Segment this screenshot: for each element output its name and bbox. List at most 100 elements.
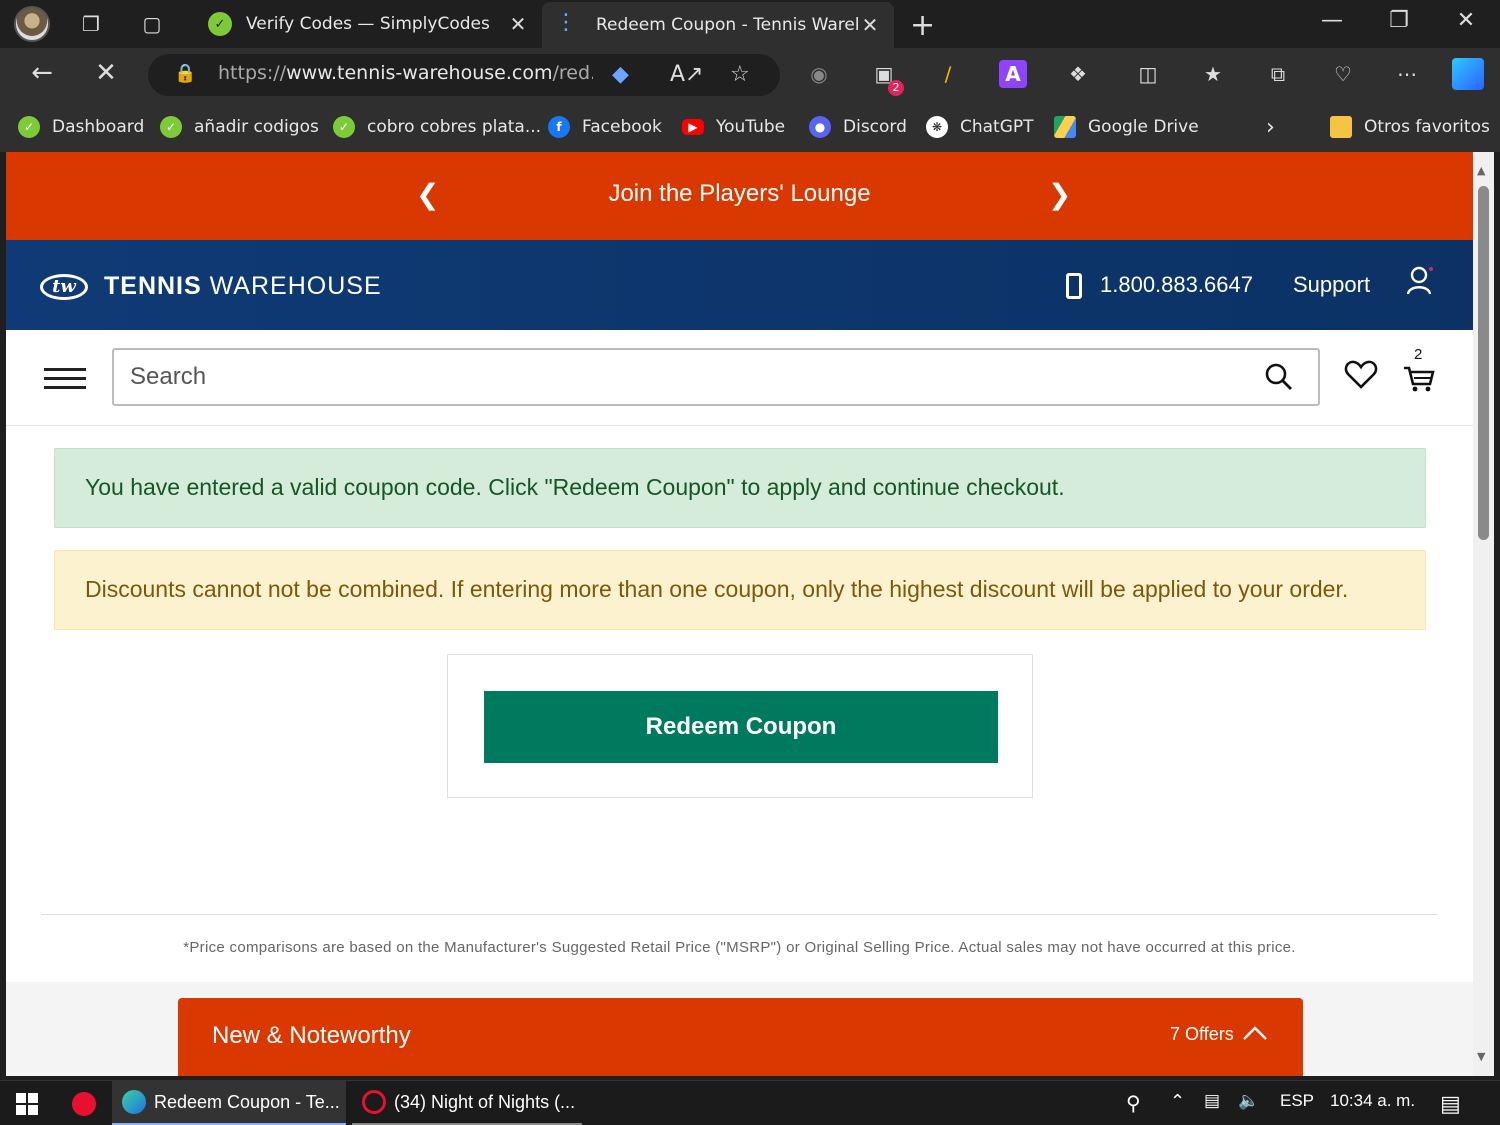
split-screen-icon[interactable]: ◫ [1134, 60, 1162, 88]
tab-title: Verify Codes — SimplyCodes [246, 14, 490, 34]
account-icon[interactable] [1406, 266, 1434, 296]
search-input[interactable] [130, 362, 1230, 392]
bookmark-label: Discord [843, 117, 907, 137]
hamburger-menu-icon[interactable] [44, 368, 86, 389]
network-icon[interactable]: ▤ [1204, 1091, 1220, 1111]
new-tab-icon[interactable]: + [910, 8, 935, 43]
back-icon[interactable]: ← [22, 58, 62, 88]
tab-close-icon[interactable]: ✕ [858, 13, 882, 37]
taskbar-edge-redeem-coupon[interactable]: Redeem Coupon - Te... [112, 1081, 346, 1125]
bookmark-youtube[interactable]: ▶ YouTube [682, 114, 785, 140]
scroll-down-icon[interactable]: ▼ [1477, 1050, 1485, 1063]
profile-avatar[interactable] [14, 6, 50, 42]
lock-icon[interactable]: 🔒 [174, 63, 196, 84]
extension-a-icon[interactable]: A [999, 60, 1027, 88]
bookmark-label: Dashboard [52, 117, 145, 137]
taskbar-opera-night-of-nights[interactable]: (34) Night of Nights (... [352, 1081, 582, 1125]
success-alert: You have entered a valid coupon code. Cl… [54, 448, 1426, 528]
people-icon[interactable]: ⚲ [1126, 1091, 1141, 1116]
tab-title: Redeem Coupon - Tennis Warehouse [596, 15, 858, 35]
redeem-panel: Redeem Coupon [447, 654, 1033, 798]
noteworthy-offers-count: 7 Offers [1170, 1024, 1234, 1044]
site-logo[interactable]: TENNIS WAREHOUSE [104, 272, 382, 301]
extensions-puzzle-icon[interactable]: ❖ [1064, 60, 1092, 88]
loading-spinner-icon: ⋮ [555, 10, 577, 35]
notifications-icon[interactable]: ▤ [1440, 1091, 1461, 1117]
workspaces-icon[interactable]: ❐ [77, 10, 105, 38]
promo-next-chevron-icon[interactable]: ❯ [1048, 178, 1071, 211]
site-header: tw TENNIS WAREHOUSE 1.800.883.6647 Suppo… [6, 240, 1473, 330]
tab-actions-icon[interactable]: ▢ [138, 10, 166, 38]
page-scrollbar[interactable]: ▲ ▼ [1473, 152, 1494, 1076]
noteworthy-title: New & Noteworthy [212, 1022, 411, 1049]
edge-icon [122, 1090, 146, 1114]
bookmark-cobro-cobres[interactable]: ✓ cobro cobres plata... [333, 114, 541, 140]
extension-robot-icon[interactable]: ◉ [805, 60, 833, 88]
bookmarks-bar: ✓ Dashboard ✓ añadir codigos ✓ cobro cobres… [0, 102, 1500, 152]
extension-pen-icon[interactable]: ∕ [934, 60, 962, 88]
search-box[interactable] [112, 348, 1320, 406]
tray-overflow-chevron-icon[interactable]: ⌃ [1170, 1091, 1185, 1112]
opera-icon [362, 1090, 386, 1114]
windows-taskbar: Redeem Coupon - Te... (34) Night of Nigh… [0, 1080, 1500, 1125]
tw-logo-icon[interactable]: tw [40, 274, 88, 300]
bookmark-label: Facebook [582, 117, 662, 137]
bookmark-label: ChatGPT [960, 117, 1034, 137]
collapse-chevron-up-icon[interactable] [1242, 1024, 1268, 1042]
bookmark-google-drive[interactable]: Google Drive [1054, 114, 1199, 140]
favorites-icon[interactable]: ★ [1199, 60, 1227, 88]
extension-badge: 2 [888, 80, 904, 96]
tab-redeem-coupon[interactable]: ⋮ Redeem Coupon - Tennis Warehouse ✕ [542, 2, 894, 48]
page-viewport: ❮ Join the Players' Lounge ❯ tw TENNIS W… [6, 152, 1473, 1076]
new-noteworthy-panel[interactable]: New & Noteworthy 7 Offers [178, 998, 1303, 1076]
coupon-tag-icon[interactable]: ◆ [612, 62, 629, 87]
pinned-app-icon[interactable] [72, 1092, 96, 1116]
stop-loading-icon[interactable]: ✕ [86, 58, 126, 88]
bookmark-facebook[interactable]: f Facebook [548, 114, 662, 140]
volume-icon[interactable]: 🔈 [1238, 1091, 1259, 1111]
window-close-icon[interactable]: ✕ [1446, 8, 1486, 33]
bookmark-otros-favoritos[interactable]: Otros favoritos [1330, 114, 1490, 140]
promo-text[interactable]: Join the Players' Lounge [6, 180, 1473, 208]
favorite-star-icon[interactable]: ☆ [730, 62, 750, 87]
cart-icon[interactable] [1402, 358, 1436, 394]
browser-essentials-icon[interactable]: ♡ [1329, 60, 1357, 88]
bookmark-discord[interactable]: ● Discord [809, 114, 907, 140]
minimize-icon[interactable]: — [1312, 8, 1352, 33]
bookmark-dashboard[interactable]: ✓ Dashboard [18, 114, 144, 140]
taskbar-app-label: (34) Night of Nights (... [394, 1091, 576, 1112]
scrollbar-thumb[interactable] [1478, 186, 1489, 540]
windows-start-icon[interactable] [16, 1093, 38, 1115]
bookmark-label: YouTube [716, 117, 786, 137]
youtube-icon: ▶ [682, 119, 704, 135]
tab-simplycodes[interactable]: ✓ Verify Codes — SimplyCodes ✕ [196, 0, 542, 48]
price-disclaimer: *Price comparisons are based on the Manu… [183, 939, 1296, 956]
bookmark-label: Google Drive [1088, 117, 1199, 137]
copilot-icon[interactable] [1452, 58, 1484, 90]
restore-icon[interactable]: ❐ [1379, 8, 1419, 33]
google-drive-icon [1054, 116, 1076, 138]
bookmark-chatgpt[interactable]: ❋ ChatGPT [926, 114, 1034, 140]
support-link[interactable]: Support [1293, 272, 1370, 298]
bookmarks-overflow-chevron-icon[interactable]: › [1266, 114, 1275, 140]
wishlist-heart-icon[interactable] [1344, 360, 1378, 390]
collections-icon[interactable]: ⧉ [1264, 60, 1292, 88]
read-aloud-icon[interactable]: A↗ [670, 62, 703, 87]
bookmark-label: añadir codigos [194, 117, 319, 137]
address-bar[interactable]: 🔒 https://www.tennis-warehouse.com/red..… [148, 54, 780, 96]
url-text[interactable]: https://www.tennis-warehouse.com/red... [218, 62, 593, 84]
folder-icon [1330, 116, 1352, 138]
bookmark-anadir-codigos[interactable]: ✓ añadir codigos [160, 114, 319, 140]
scroll-up-icon[interactable]: ▲ [1477, 164, 1485, 177]
browser-tab-bar: ❐ ▢ ✓ Verify Codes — SimplyCodes ✕ ⋮ Red… [0, 0, 1500, 48]
browser-toolbar: ← ✕ 🔒 https://www.tennis-warehouse.com/r… [0, 48, 1500, 102]
phone-number[interactable]: 1.800.883.6647 [1100, 272, 1253, 298]
language-indicator[interactable]: ESP [1280, 1091, 1314, 1111]
search-icon[interactable] [1264, 362, 1294, 392]
tab-close-icon[interactable]: ✕ [506, 12, 530, 36]
redeem-coupon-button[interactable]: Redeem Coupon [484, 691, 998, 763]
clock[interactable]: 10:34 a. m. [1330, 1091, 1415, 1111]
promo-banner: ❮ Join the Players' Lounge ❯ [6, 152, 1473, 240]
simplycodes-favicon-icon: ✓ [208, 12, 232, 36]
more-menu-icon[interactable]: ⋯ [1393, 60, 1421, 88]
